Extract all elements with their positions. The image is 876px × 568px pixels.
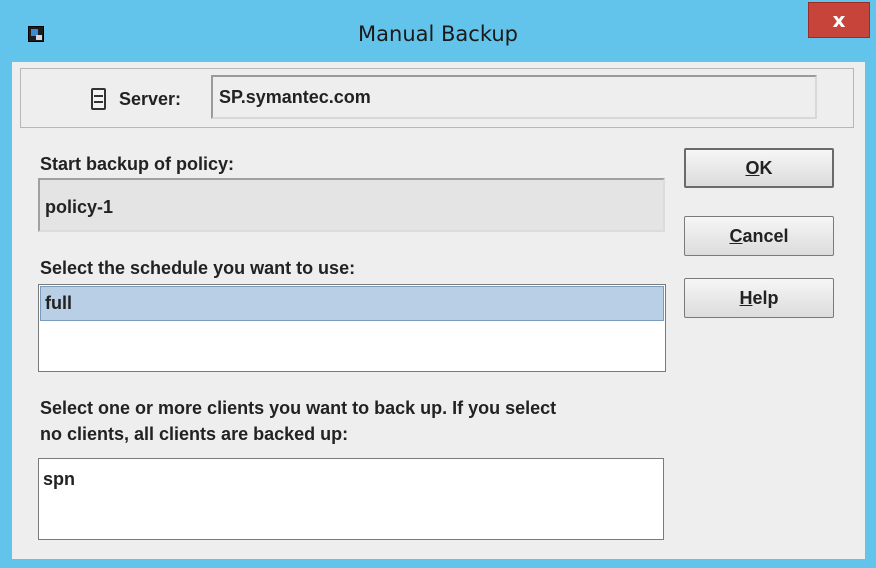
schedule-label: Select the schedule you want to use: [40,258,356,278]
cancel-mnemonic: C [729,225,743,246]
server-label: Server: [119,89,182,109]
cancel-label: ancel [742,225,789,246]
policy-label: Start backup of policy: [40,154,235,174]
title-bar[interactable]: Manual Backup x [0,0,876,60]
client-item-spn[interactable]: spn [39,459,663,496]
close-icon: x [832,8,846,32]
help-mnemonic: H [739,287,753,308]
clients-list[interactable]: spn [38,458,664,540]
policy-field: policy-1 [38,178,665,232]
ok-button[interactable]: OK [684,148,834,188]
clients-label-line2: no clients, all clients are backed up: [40,424,349,444]
ok-mnemonic: O [745,157,760,178]
help-label: elp [752,287,779,308]
schedule-list[interactable]: full [38,284,666,372]
server-field: SP.symantec.com [211,75,817,119]
dialog-body: Server: SP.symantec.com Start backup of … [12,62,865,559]
server-icon [91,88,106,110]
schedule-item-full[interactable]: full [40,286,664,321]
clients-label-line1: Select one or more clients you want to b… [40,398,557,418]
window-title: Manual Backup [358,22,518,46]
cancel-button[interactable]: Cancel [684,216,834,256]
manual-backup-window: Manual Backup x Server: SP.symantec.com … [0,0,876,568]
server-panel: Server: SP.symantec.com [20,68,854,128]
ok-label: K [759,157,773,178]
help-button[interactable]: Help [684,278,834,318]
close-button[interactable]: x [808,2,870,38]
